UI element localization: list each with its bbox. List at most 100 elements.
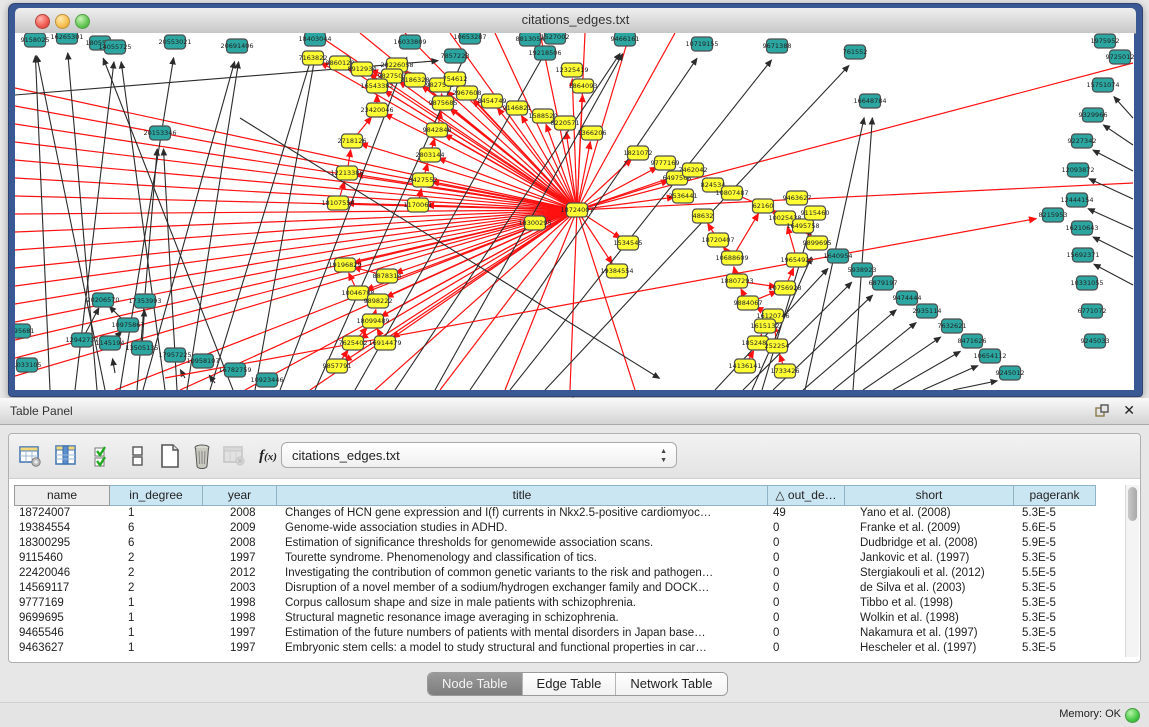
- graph-node[interactable]: 15692371: [1066, 248, 1099, 262]
- cell-name[interactable]: 9463627: [14, 641, 110, 656]
- graph-node[interactable]: 9842848: [423, 123, 452, 137]
- cell-pagerank[interactable]: 5.3E-5: [1014, 611, 1096, 626]
- graph-node[interactable]: 18403044: [298, 33, 331, 46]
- table-row[interactable]: 911546021997Tourette syndrome. Phenomeno…: [14, 551, 1122, 566]
- graph-node[interactable]: 9725012: [1106, 50, 1134, 64]
- graph-node[interactable]: 23420046: [360, 103, 393, 117]
- graph-node[interactable]: 20206570: [86, 293, 119, 307]
- cell-short[interactable]: Stergiakouli et al. (2012): [845, 566, 1014, 581]
- graph-node[interactable]: 8220571: [551, 116, 580, 130]
- graph-node[interactable]: 754612: [443, 72, 468, 86]
- cell-out_de[interactable]: 0: [768, 581, 845, 596]
- graph-node[interactable]: 16210643: [1065, 221, 1098, 235]
- graph-node[interactable]: 9466161: [611, 33, 640, 46]
- cell-in_degree[interactable]: 2: [110, 581, 203, 596]
- graph-node[interactable]: 12444154: [1060, 193, 1093, 207]
- graph-node[interactable]: 1615132: [751, 319, 780, 333]
- graph-node[interactable]: 7857223: [441, 49, 470, 63]
- cell-title[interactable]: Changes of HCN gene expression and I(f) …: [277, 506, 768, 521]
- cell-in_degree[interactable]: 2: [110, 566, 203, 581]
- cell-short[interactable]: Nakamura et al. (1997): [845, 626, 1014, 641]
- graph-node[interactable]: 10958107: [186, 354, 219, 368]
- graph-node[interactable]: 9474444: [893, 291, 922, 305]
- graph-node[interactable]: 9875685: [429, 96, 458, 110]
- column-header-year[interactable]: year: [203, 485, 277, 506]
- graph-node[interactable]: 2803144: [416, 148, 445, 162]
- graph-node[interactable]: 1033105: [15, 358, 41, 372]
- cell-out_de[interactable]: 0: [768, 626, 845, 641]
- graph-node[interactable]: 7462042: [679, 163, 708, 177]
- graph-node[interactable]: 20553021: [158, 35, 191, 49]
- column-header-out_de[interactable]: △ out_de…: [768, 485, 845, 506]
- cell-pagerank[interactable]: 5.5E-5: [1014, 566, 1096, 581]
- graph-node[interactable]: 10653287: [453, 33, 486, 44]
- cell-name[interactable]: 9699695: [14, 611, 110, 626]
- graph-node[interactable]: 48632: [693, 209, 714, 223]
- graph-node[interactable]: 2536441: [669, 189, 698, 203]
- cell-pagerank[interactable]: 5.3E-5: [1014, 506, 1096, 521]
- cell-out_de[interactable]: 0: [768, 566, 845, 581]
- graph-node[interactable]: 8427552: [409, 173, 438, 187]
- graph-node[interactable]: 16495758: [786, 219, 819, 233]
- select-all-checks-icon[interactable]: [91, 443, 117, 469]
- cell-pagerank[interactable]: 5.3E-5: [1014, 551, 1096, 566]
- table-row[interactable]: 946554611997Estimation of the future num…: [14, 626, 1122, 641]
- graph-node[interactable]: 9227342: [1068, 134, 1097, 148]
- cell-pagerank[interactable]: 5.3E-5: [1014, 581, 1096, 596]
- cell-pagerank[interactable]: 5.6E-5: [1014, 521, 1096, 536]
- graph-node[interactable]: 1864093: [569, 79, 598, 93]
- cell-year[interactable]: 1998: [203, 611, 277, 626]
- cell-year[interactable]: 2008: [203, 536, 277, 551]
- graph-node[interactable]: 9857791: [323, 359, 352, 373]
- cell-year[interactable]: 1997: [203, 641, 277, 656]
- graph-node[interactable]: 9899695: [803, 236, 832, 250]
- graph-node[interactable]: 16782759: [218, 363, 251, 377]
- cell-title[interactable]: Investigating the contribution of common…: [277, 566, 768, 581]
- cell-in_degree[interactable]: 2: [110, 551, 203, 566]
- graph-node[interactable]: 10331055: [1070, 276, 1103, 290]
- graph-node[interactable]: 14055725: [98, 40, 131, 54]
- table-row[interactable]: 2242004622012Investigating the contribut…: [14, 566, 1122, 581]
- cell-title[interactable]: Embryonic stem cells: a model to study s…: [277, 641, 768, 656]
- graph-node[interactable]: 1640954: [824, 249, 853, 263]
- cell-in_degree[interactable]: 1: [110, 626, 203, 641]
- graph-node[interactable]: 8215953: [1039, 208, 1068, 222]
- cell-title[interactable]: Tourette syndrome. Phenomenology and cla…: [277, 551, 768, 566]
- graph-node[interactable]: 9329966: [1079, 108, 1108, 122]
- table-vertical-scrollbar[interactable]: [1125, 485, 1139, 657]
- cell-out_de[interactable]: 0: [768, 536, 845, 551]
- cell-title[interactable]: Structural magnetic resonance image aver…: [277, 611, 768, 626]
- cell-short[interactable]: Yano et al. (2008): [845, 506, 1014, 521]
- table-selector-dropdown[interactable]: citations_edges.txt ▲▼: [281, 442, 677, 468]
- graph-node[interactable]: 19218506: [528, 46, 561, 60]
- cell-title[interactable]: Estimation of the future numbers of pati…: [277, 626, 768, 641]
- column-header-short[interactable]: short: [845, 485, 1014, 506]
- cell-year[interactable]: 2012: [203, 566, 277, 581]
- cell-year[interactable]: 1997: [203, 551, 277, 566]
- table-row[interactable]: 1830029562008Estimation of significance …: [14, 536, 1122, 551]
- graph-node[interactable]: 1733426: [771, 364, 800, 378]
- cell-title[interactable]: Disruption of a novel member of a sodium…: [277, 581, 768, 596]
- graph-node[interactable]: 18807293: [720, 274, 753, 288]
- cell-in_degree[interactable]: 1: [110, 641, 203, 656]
- graph-node[interactable]: 6879197: [869, 276, 898, 290]
- clear-selection-icon[interactable]: [125, 443, 151, 469]
- graph-node[interactable]: 252254: [765, 339, 790, 353]
- graph-node[interactable]: 2935114: [913, 304, 942, 318]
- graph-node[interactable]: 2718126: [338, 134, 367, 148]
- cell-name[interactable]: 18300295: [14, 536, 110, 551]
- delete-column-icon[interactable]: [189, 443, 215, 469]
- graph-node[interactable]: 12213386: [330, 166, 363, 180]
- graph-node[interactable]: 8878314: [373, 269, 402, 283]
- graph-node[interactable]: 62160: [753, 199, 774, 213]
- cell-name[interactable]: 9115460: [14, 551, 110, 566]
- graph-node[interactable]: 10975867: [111, 318, 144, 332]
- graph-node[interactable]: 9146821: [503, 101, 532, 115]
- graph-node[interactable]: 761552: [843, 45, 868, 59]
- cell-in_degree[interactable]: 1: [110, 596, 203, 611]
- graph-node[interactable]: 18720407: [701, 233, 734, 247]
- graph-node[interactable]: 7625402: [339, 336, 368, 350]
- cell-out_de[interactable]: 0: [768, 596, 845, 611]
- graph-node[interactable]: 6771072: [1078, 304, 1107, 318]
- graph-node[interactable]: 10688609: [715, 251, 748, 265]
